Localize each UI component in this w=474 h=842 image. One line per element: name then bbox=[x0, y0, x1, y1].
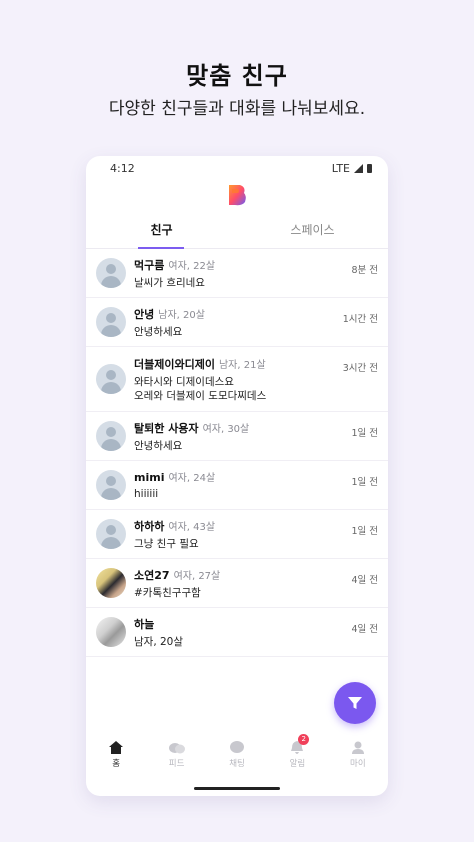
friend-message: 날씨가 흐리네요 bbox=[134, 276, 205, 289]
nav-label: 피드 bbox=[168, 758, 185, 769]
friend-time: 4일 전 bbox=[351, 575, 378, 586]
list-item[interactable]: 탈퇴한 사용자 여자, 30살 안녕하세요 1일 전 bbox=[86, 412, 388, 461]
filter-icon bbox=[348, 697, 362, 709]
friend-name: mimi bbox=[134, 471, 165, 484]
friend-meta: 남자, 21살 bbox=[218, 359, 266, 371]
friend-time: 1일 전 bbox=[351, 477, 378, 488]
friend-name: 소연27 bbox=[134, 568, 170, 582]
signal-icon bbox=[354, 163, 363, 173]
battery-icon bbox=[367, 163, 372, 173]
nav-my[interactable]: 마이 bbox=[328, 736, 388, 774]
promo-subtitle: 다양한 친구들과 대화를 나눠보세요. bbox=[108, 99, 366, 119]
friend-meta: 여자, 30살 bbox=[202, 423, 250, 435]
avatar bbox=[96, 364, 126, 394]
feed-icon bbox=[168, 742, 185, 753]
friend-name: 먹구름 bbox=[134, 258, 165, 272]
home-indicator bbox=[194, 787, 280, 790]
friend-name: 탈퇴한 사용자 bbox=[134, 421, 199, 435]
friend-meta: 여자, 24살 bbox=[168, 473, 216, 484]
friend-meta: 여자, 43살 bbox=[168, 521, 216, 533]
avatar bbox=[96, 421, 126, 451]
friend-message: 안녕하세요 bbox=[134, 325, 183, 338]
friend-meta: 남자, 20살 bbox=[158, 309, 205, 321]
home-icon bbox=[109, 741, 124, 754]
nav-label: 알림 bbox=[289, 759, 306, 769]
nav-label: 마이 bbox=[350, 759, 366, 769]
app-logo bbox=[86, 180, 388, 210]
nav-home[interactable]: 홈 bbox=[86, 736, 146, 774]
friend-message: #카톡친구구함 bbox=[134, 586, 201, 599]
avatar-photo bbox=[96, 617, 126, 647]
network-label: LTE bbox=[331, 161, 350, 175]
list-item[interactable]: 하늘 남자, 20살 4일 전 bbox=[86, 608, 388, 657]
tab-space[interactable]: 스페이스 bbox=[237, 216, 388, 248]
friend-message: hiiiiii bbox=[134, 488, 159, 500]
friend-time: 3시간 전 bbox=[342, 363, 378, 374]
phone-screen: 4:12 LTE 친구 스페이스 먹구름 여자, 22살 날씨가 흐리네요 8분… bbox=[86, 156, 388, 796]
friend-message: 그냥 친구 필요 bbox=[134, 537, 199, 550]
friend-time: 1일 전 bbox=[351, 428, 378, 439]
friend-message: 남자, 20살 bbox=[134, 635, 184, 648]
list-item[interactable]: 소연27 여자, 27살 #카톡친구구함 4일 전 bbox=[86, 559, 388, 608]
logo-icon bbox=[229, 185, 246, 206]
avatar bbox=[96, 307, 126, 337]
nav-label: 채팅 bbox=[229, 759, 245, 769]
nav-alerts[interactable]: 2 알림 bbox=[267, 734, 327, 774]
friend-name: 더블제이와디제이 bbox=[134, 357, 215, 371]
bottom-nav: 홈 피드 채팅 2 알림 마이 bbox=[86, 734, 388, 774]
friend-list: 먹구름 여자, 22살 날씨가 흐리네요 8분 전 안녕 남자, 20살 안녕하세요… bbox=[86, 249, 388, 657]
friend-message: 와타시와 디제이데스요 오레와 더블제이 도모다찌데스 bbox=[134, 375, 267, 402]
promo-title: 맞춤 친구 bbox=[186, 62, 288, 90]
list-item[interactable]: 안녕 남자, 20살 안녕하세요 1시간 전 bbox=[86, 298, 388, 347]
person-icon bbox=[351, 741, 364, 754]
friend-time: 1시간 전 bbox=[342, 314, 378, 325]
nav-label: 홈 bbox=[112, 759, 121, 769]
nav-chat[interactable]: 채팅 bbox=[207, 736, 267, 774]
chat-icon bbox=[230, 741, 245, 753]
avatar bbox=[96, 258, 126, 288]
list-item[interactable]: mimi 여자, 24살 hiiiiii 1일 전 bbox=[86, 461, 388, 510]
avatar bbox=[96, 519, 126, 549]
friend-time: 4일 전 bbox=[351, 624, 378, 635]
friend-time: 1일 전 bbox=[351, 526, 378, 537]
friend-name: 하하하 bbox=[134, 519, 165, 533]
friend-name: 안녕 bbox=[134, 307, 155, 321]
list-item[interactable]: 먹구름 여자, 22살 날씨가 흐리네요 8분 전 bbox=[86, 249, 388, 298]
filter-button[interactable] bbox=[334, 682, 376, 724]
friend-name: 하늘 bbox=[134, 617, 155, 631]
list-item[interactable]: 더블제이와디제이 남자, 21살 와타시와 디제이데스요 오레와 더블제이 도모다… bbox=[86, 347, 388, 412]
friend-meta: 여자, 27살 bbox=[173, 570, 221, 582]
tab-bar: 친구 스페이스 bbox=[86, 216, 388, 249]
tab-friends[interactable]: 친구 bbox=[86, 216, 237, 248]
friend-meta: 여자, 22살 bbox=[168, 260, 216, 272]
avatar bbox=[96, 470, 126, 500]
nav-feed[interactable]: 피드 bbox=[146, 736, 206, 774]
notification-badge: 2 bbox=[298, 734, 310, 745]
list-item[interactable]: 하하하 여자, 43살 그냥 친구 필요 1일 전 bbox=[86, 510, 388, 559]
friend-message: 안녕하세요 bbox=[134, 439, 183, 452]
status-time: 4:12 bbox=[110, 161, 135, 175]
status-bar: 4:12 LTE bbox=[86, 156, 388, 180]
avatar-photo bbox=[96, 568, 126, 598]
friend-time: 8분 전 bbox=[351, 265, 378, 276]
